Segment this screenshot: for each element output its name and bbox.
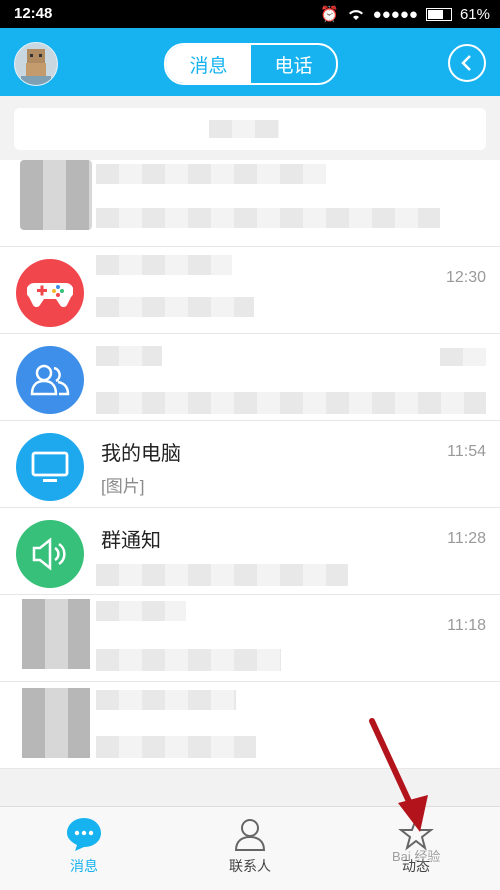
tab-bar-contacts[interactable]: 联系人 [190,815,310,876]
row-time: 12:30 [445,269,486,286]
wifi-icon [348,10,363,20]
tab-bar-messages[interactable]: 消息 [24,815,144,876]
conversation-row[interactable] [0,334,500,421]
blurred-message [96,649,281,671]
tab-calls[interactable]: 电话 [251,45,336,83]
row-time: 11:18 [447,617,486,634]
contact-person-icon [231,815,269,853]
blurred-message [96,297,254,317]
battery-icon [425,7,452,21]
blurred-placeholder [209,120,279,138]
chat-bubble-icon [65,815,103,853]
blurred-name [96,601,186,621]
message-call-segmented-control: 消息 电话 [164,43,338,85]
group-icon [16,346,84,414]
status-bar: 12:48 ⏰ ●●●●● 61% [0,0,500,28]
row-time: 11:54 [447,443,486,460]
blurred-message [96,736,256,758]
conversation-row[interactable]: 11:18 [0,595,500,682]
blurred-message [96,564,348,586]
conversation-row[interactable] [0,682,500,769]
row-name: 我的电脑 [101,443,181,465]
conversation-row-group-notice[interactable]: 群通知 11:28 [0,508,500,595]
cardboard-avatar-icon [21,49,51,85]
gamepad-icon [16,259,84,327]
tab-bar-label: 联系人 [229,858,271,874]
row-time: 11:28 [447,530,486,547]
tab-messages[interactable]: 消息 [166,45,251,83]
row-message: [图片] [101,477,145,496]
speaker-icon [16,520,84,588]
watermark-label: Bai 经验 [392,849,441,864]
monitor-icon [16,433,84,501]
signal-dots: ●●●●● [372,5,418,23]
blurred-name [96,164,326,184]
conversation-list: 12:30 我的电脑 [图片] 11:54 群通知 11:28 11:18 [0,160,500,769]
alarm-icon: ⏰ [319,6,339,23]
battery-fill [427,9,443,19]
row-name: 群通知 [101,530,161,552]
status-icons: ⏰ ●●●●● 61% [319,5,490,24]
conversation-row[interactable] [0,160,500,247]
avatar[interactable] [14,42,58,86]
chevron-left-icon [461,55,471,71]
app-header: 消息 电话 [0,28,500,96]
search-input[interactable] [14,108,486,150]
blurred-name [96,346,162,366]
blurred-message [96,392,486,414]
blurred-name [96,690,236,710]
blurred-avatar [22,599,90,669]
blurred-name [96,255,232,275]
conversation-row[interactable]: 12:30 [0,247,500,334]
blurred-message [96,208,440,228]
battery-percent: 61% [459,5,490,23]
blurred-avatar [22,688,90,758]
conversation-row-my-computer[interactable]: 我的电脑 [图片] 11:54 [0,421,500,508]
blurred-time [440,348,486,366]
status-time: 12:48 [14,5,53,22]
blurred-avatar [20,160,92,230]
tab-bar-label: 消息 [70,858,98,874]
back-button[interactable] [448,44,486,82]
